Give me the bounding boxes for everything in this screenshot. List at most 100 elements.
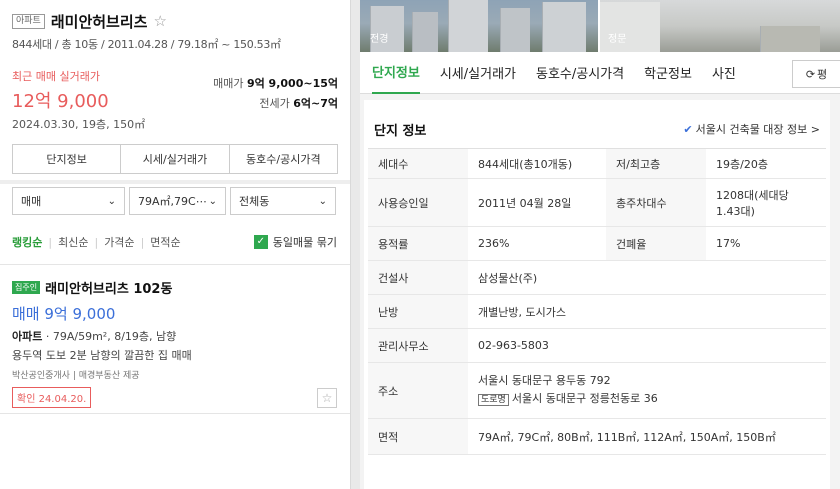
table-row: 주소 서울시 동대문구 용두동 792 도로명 서울시 동대문구 정릉천동로 36: [368, 362, 826, 419]
chevron-down-icon: ⌄: [208, 195, 217, 207]
photo-gate[interactable]: 정문: [600, 0, 840, 52]
jeonse-range: 6억~7억: [293, 97, 338, 110]
type-badge: 아파트: [12, 13, 45, 29]
divider: [0, 264, 350, 265]
chevron-down-icon: ⌄: [107, 195, 116, 207]
jeonse-label: 전세가: [259, 97, 294, 110]
listing-item[interactable]: 집주인 래미안허브리츠 102동 매매 9억 9,000 아파트 · 79A/5…: [12, 278, 337, 408]
cell-label: 건폐율: [606, 226, 706, 261]
area-value: 79A㎡,79C⋯: [138, 195, 207, 208]
separator: |: [48, 235, 53, 249]
price-range: 매매가 9억 9,000~15억 전세가 6억~7억: [213, 74, 338, 114]
table-row: 관리사무소 02-963-5803: [368, 328, 826, 363]
tab-complex-info[interactable]: 단지정보: [13, 145, 122, 173]
sort-latest[interactable]: 최신순: [58, 234, 88, 250]
checkbox-icon[interactable]: ✓: [253, 235, 268, 249]
listing-name[interactable]: 래미안허브리츠 102동: [45, 278, 172, 297]
info-title: 단지 정보: [374, 123, 427, 139]
info-section: 단지 정보 ✔ 서울시 건축물 대장 정보 > 세대수 844세대(총10개동)…: [360, 100, 840, 489]
tab-school[interactable]: 학군정보: [644, 52, 692, 94]
info-card: 단지 정보 ✔ 서울시 건축물 대장 정보 > 세대수 844세대(총10개동)…: [364, 100, 830, 489]
tab-price[interactable]: 시세/실거래가: [121, 145, 230, 173]
address-cell: 서울시 동대문구 용두동 792 도로명 서울시 동대문구 정릉천동로 36: [468, 362, 826, 419]
complex-info: 844세대 / 총 10동 / 2011.04.28 / 79.18㎡ ~ 15…: [12, 38, 281, 51]
cell-value: 2011년 04월 28일: [468, 178, 606, 227]
road-address: 서울시 동대문구 정릉천동로 36: [511, 392, 658, 405]
table-row: 건설사 삼성물산(주): [368, 260, 826, 295]
sort-ranking[interactable]: 랭킹순: [12, 234, 42, 250]
confirm-badge: 확인 24.04.20.: [12, 387, 92, 408]
trade-type-select[interactable]: 매매 ⌄: [12, 187, 125, 215]
listing-detail: 아파트 · 79A/59m², 8/19층, 남향: [12, 328, 337, 344]
tab-photo[interactable]: 사진: [712, 52, 736, 94]
cell-value: 02-963-5803: [468, 328, 826, 363]
listing-desc: 용두역 도보 2분 남향의 깔끔한 집 매매: [12, 349, 192, 362]
listing-agent: 박산공인중개사 | 매경부동산 제공: [12, 371, 140, 381]
right-panel: 전경 정문 단지정보 시세/실거래가 동호수/공시가격 학군정보 사진 ⟳ 평 …: [360, 0, 840, 489]
cell-label: 건설사: [368, 260, 468, 295]
cell-label: 관리사무소: [368, 328, 468, 363]
separator: |: [94, 235, 99, 249]
cell-value: 844세대(총10개동): [468, 148, 606, 179]
cell-value: 1208대(세대당 1.43대): [706, 178, 826, 227]
cell-value: 17%: [706, 226, 826, 261]
star-icon[interactable]: ☆: [153, 12, 166, 30]
pyeong-label: 평: [817, 68, 828, 81]
detail-tabs: 단지정보 시세/실거래가 동호수/공시가격 학군정보 사진 ⟳ 평: [360, 52, 840, 94]
building-register-link[interactable]: ✔ 서울시 건축물 대장 정보 >: [683, 121, 820, 137]
wrench-icon: ✔: [683, 122, 693, 136]
table-row: 용적률 236% 건폐율 17%: [368, 226, 826, 261]
tab-unit[interactable]: 동호수/공시가격: [536, 52, 624, 94]
favorite-star-icon[interactable]: ☆: [317, 387, 337, 408]
building-register-label: 서울시 건축물 대장 정보 >: [695, 123, 820, 136]
photo-label-gate: 정문: [608, 34, 627, 45]
panel-splitter[interactable]: [350, 0, 360, 489]
building-select[interactable]: 전체동 ⌄: [230, 187, 336, 215]
table-row: 세대수 844세대(총10개동) 저/최고층 19층/20층: [368, 148, 826, 179]
complex-name: 래미안허브리츠: [50, 12, 148, 31]
recent-date: 2024.03.30, 19층, 150㎡: [12, 118, 146, 131]
table-row: 면적 79A㎡, 79C㎡, 80B㎡, 111B㎡, 112A㎡, 150A㎡…: [368, 418, 826, 455]
chevron-down-icon: ⌄: [318, 195, 327, 207]
tab-unit[interactable]: 동호수/공시가격: [230, 145, 337, 173]
cell-label: 주소: [368, 362, 468, 419]
listing-spec: · 79A/59m², 8/19층, 남향: [42, 330, 177, 343]
cell-label: 난방: [368, 294, 468, 329]
tab-complex-info[interactable]: 단지정보: [372, 52, 420, 94]
trade-type-value: 매매: [21, 195, 42, 208]
cell-label: 용적률: [368, 226, 468, 261]
info-table: 세대수 844세대(총10개동) 저/최고층 19층/20층 사용승인일 201…: [368, 148, 826, 455]
bundle-label: 동일매물 묶기: [272, 236, 337, 249]
left-panel: 아파트 래미안허브리츠 ☆ 844세대 / 총 10동 / 2011.04.28…: [0, 0, 350, 489]
sort-area[interactable]: 면적순: [150, 234, 180, 250]
separator: |: [140, 235, 145, 249]
cell-value: 236%: [468, 226, 606, 261]
photo-label-exterior: 전경: [370, 34, 389, 45]
sale-range: 9억 9,000~15억: [246, 77, 338, 90]
cell-label: 사용승인일: [368, 178, 468, 227]
area-select[interactable]: 79A㎡,79C⋯ ⌄: [129, 187, 226, 215]
cell-label: 세대수: [368, 148, 468, 179]
owner-badge: 집주인: [12, 281, 41, 294]
cell-label: 저/최고층: [606, 148, 706, 179]
sale-label: 매매가: [213, 77, 247, 90]
table-row: 사용승인일 2011년 04월 28일 총주차대수 1208대(세대당 1.43…: [368, 178, 826, 227]
sort-price[interactable]: 가격순: [104, 234, 134, 250]
complex-summary: 아파트 래미안허브리츠 ☆ 844세대 / 총 10동 / 2011.04.28…: [0, 0, 350, 180]
road-badge: 도로명: [478, 394, 509, 406]
cell-value: 19층/20층: [706, 148, 826, 179]
complex-tabs: 단지정보 시세/실거래가 동호수/공시가격: [12, 144, 338, 174]
cell-value: 개별난방, 도시가스: [468, 294, 826, 329]
pyeong-toggle[interactable]: ⟳ 평: [792, 60, 840, 88]
lot-address: 서울시 동대문구 용두동 792: [478, 374, 611, 387]
photo-exterior[interactable]: 전경: [360, 0, 598, 52]
sort-row: 랭킹순 | 최신순 | 가격순 | 면적순 ✓ 동일매물 묶기: [12, 234, 337, 250]
tab-price[interactable]: 시세/실거래가: [440, 52, 516, 94]
filter-bar: 매매 ⌄ 79A㎡,79C⋯ ⌄ 전체동 ⌄: [12, 187, 337, 215]
cell-label: 총주차대수: [606, 178, 706, 227]
cell-value: 79A㎡, 79C㎡, 80B㎡, 111B㎡, 112A㎡, 150A㎡, 1…: [468, 418, 826, 455]
building-value: 전체동: [239, 195, 270, 208]
refresh-icon: ⟳: [805, 67, 816, 81]
bundle-toggle[interactable]: ✓ 동일매물 묶기: [253, 234, 337, 250]
listing-type: 아파트: [12, 330, 43, 343]
